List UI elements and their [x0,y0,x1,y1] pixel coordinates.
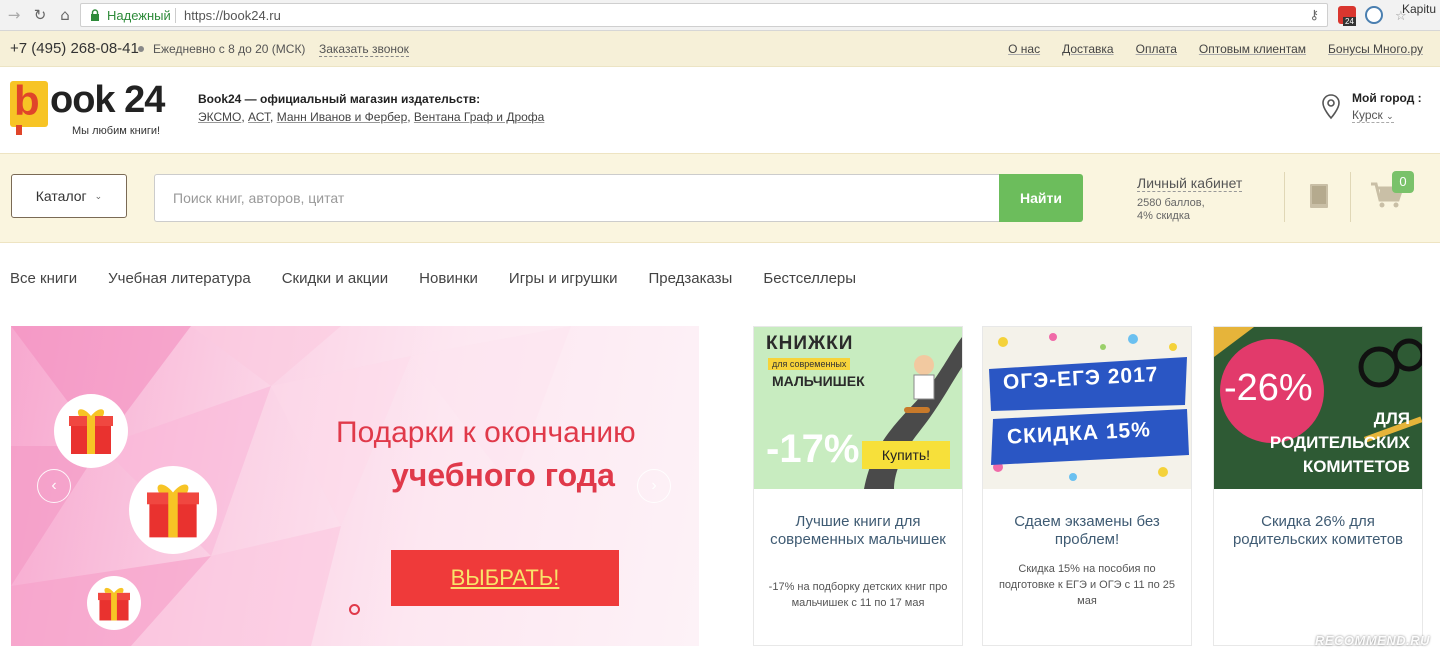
card-title[interactable]: Сдаем экзамены без проблем! [993,513,1181,549]
bonus-points: 2580 баллов, [1137,197,1205,209]
book-icon[interactable] [1308,182,1330,210]
menu-item-discounts[interactable]: Скидки и акции [282,270,388,287]
url-text[interactable]: https://book24.ru [184,8,281,23]
extension-blue-icon[interactable] [1365,6,1383,24]
promo-discount-26: -26% [1224,367,1313,409]
promo-text-line: РОДИТЕЛЬСКИХ [1269,433,1410,452]
publisher-link-mif[interactable]: Манн Иванов и Фербер [277,110,408,124]
menu-item-educational[interactable]: Учебная литература [108,270,251,287]
separator-dot [138,46,144,52]
card-title[interactable]: Лучшие книги для современных мальчишек [764,513,952,549]
card-description: -17% на подборку детских книг про мальчи… [768,581,948,609]
profile-name[interactable]: Kapitu [1402,2,1436,16]
card-description: Скидка 15% на пособия по подготовке к ЕГ… [998,563,1176,607]
cart-count-badge: 0 [1392,171,1414,193]
banner-title-line2: учебного года [391,457,615,493]
address-separator [175,8,176,23]
chevron-down-icon: ⌄ [94,190,103,201]
promo-card-boys-books[interactable]: КНИЖКИ для современных МАЛЬЧИШЕК -17% Ку… [753,326,963,646]
secure-label: Надежный [107,8,171,23]
menu-item-bestsellers[interactable]: Бестселлеры [763,270,856,287]
promo-text-for-parents: ДЛЯ РОДИТЕЛЬСКИХ КОМИТЕТОВ [1270,407,1410,479]
promo-image-parents: -26% ДЛЯ РОДИТЕЛЬСКИХ КОМИТЕТОВ [1214,327,1422,489]
top-link-about[interactable]: О нас [1008,42,1040,56]
main-banner[interactable]: ‹ › Подарки к окончанию учебного года ВЫ… [11,326,699,646]
divider [1350,172,1351,222]
top-links: О нас Доставка Оплата Оптовым клиентам Б… [1008,42,1423,56]
search-band: Каталог ⌄ Найти Личный кабинет 2580 балл… [0,153,1440,243]
key-icon[interactable]: ⚷ [1309,7,1319,23]
banner-title-line1: Подарки к окончанию [336,416,636,449]
menu-item-new[interactable]: Новинки [419,270,478,287]
promo-text-boys: МАЛЬЧИШЕК [772,373,865,389]
logo-text: ook 24 [50,79,165,121]
promo-text-line: ДЛЯ [1373,409,1410,428]
chevron-down-icon: ⌄ [1386,111,1394,121]
extension-badge: 24 [1343,17,1356,26]
top-link-payment[interactable]: Оплата [1136,42,1177,56]
menu-item-all-books[interactable]: Все книги [10,270,77,287]
promo-text-line: КОМИТЕТОВ [1302,457,1410,476]
personal-discount: 4% скидка [1137,210,1191,222]
promo-text-books: КНИЖКИ [766,333,854,354]
location-pin-icon [1322,94,1340,120]
banner-prev-arrow[interactable]: ‹ [37,469,71,503]
promo-image-boys-books: КНИЖКИ для современных МАЛЬЧИШЕК -17% Ку… [754,327,962,489]
gift-icon [147,484,199,538]
promo-image-exams: ОГЭ-ЕГЭ 2017 СКИДКА 15% [983,327,1191,489]
catalog-button[interactable]: Каталог ⌄ [11,174,127,218]
top-info-bar: +7 (495) 268-08-41 Ежедневно с 8 до 20 (… [0,31,1440,67]
promo-card-parents[interactable]: -26% ДЛЯ РОДИТЕЛЬСКИХ КОМИТЕТОВ Скидка 2… [1213,326,1423,646]
menu-item-preorders[interactable]: Предзаказы [649,270,733,287]
book24-logo[interactable]: b ook 24 Мы любим книги! [10,77,180,141]
banner-cta-button[interactable]: ВЫБРАТЬ! [391,550,619,606]
banner-slide-indicator[interactable] [349,604,360,615]
recommend-watermark: RECOMMEND.RU [1314,633,1430,648]
promo-text-for-modern: для современных [768,358,851,370]
city-value: Курск [1352,108,1383,122]
browser-toolbar: → ↻ ⌂ Надежный https://book24.ru ⚷ 24 ☆ … [0,0,1440,31]
site-header: b ook 24 Мы любим книги! Book24 — официа… [0,67,1440,153]
address-bar[interactable]: Надежный https://book24.ru ⚷ [80,3,1328,27]
official-store-text: Book24 — официальный магазин издательств… [198,92,481,106]
top-link-bonuses[interactable]: Бонусы Много.ру [1328,42,1423,56]
phone-number[interactable]: +7 (495) 268-08-41 [10,40,139,57]
publisher-link-ast[interactable]: АСТ [248,110,270,124]
card-title[interactable]: Скидка 26% для родительских комитетов [1224,513,1412,549]
banner-next-arrow[interactable]: › [637,469,671,503]
search-button[interactable]: Найти [999,174,1083,222]
search-input[interactable] [154,174,1002,222]
publisher-link-eksmo[interactable]: ЭКСМО [198,110,241,124]
personal-account-link[interactable]: Личный кабинет [1137,175,1243,192]
divider [1284,172,1285,222]
back-arrow-icon[interactable]: → [4,6,24,24]
home-icon[interactable]: ⌂ [55,6,75,24]
main-menu: Все книги Учебная литература Скидки и ак… [10,270,856,287]
promo-card-exams[interactable]: ОГЭ-ЕГЭ 2017 СКИДКА 15% Сдаем экзамены б… [982,326,1192,646]
lock-icon [91,9,99,21]
working-hours: Ежедневно с 8 до 20 (МСК) [153,42,306,56]
catalog-label: Каталог [35,188,87,204]
logo-slogan: Мы любим книги! [72,125,161,137]
promo-discount-17: -17% [766,427,860,471]
gift-icon [98,587,130,621]
publisher-links: ЭКСМО, АСТ, Манн Иванов и Фербер, Вентан… [198,110,545,124]
gift-icon [69,409,113,454]
city-selector[interactable]: Курск ⌄ [1352,108,1394,123]
logo-b-letter: b [14,77,40,124]
top-link-delivery[interactable]: Доставка [1062,42,1114,56]
city-label: Мой город : [1352,91,1422,105]
exam-pattern [989,333,1189,481]
promo-buy-button[interactable]: Купить! [862,441,950,469]
callback-link[interactable]: Заказать звонок [319,42,409,57]
reload-icon[interactable]: ↻ [30,6,50,24]
publisher-link-ventana[interactable]: Вентана Граф и Дрофа [414,110,544,124]
menu-item-games[interactable]: Игры и игрушки [509,270,618,287]
top-link-wholesale[interactable]: Оптовым клиентам [1199,42,1306,56]
